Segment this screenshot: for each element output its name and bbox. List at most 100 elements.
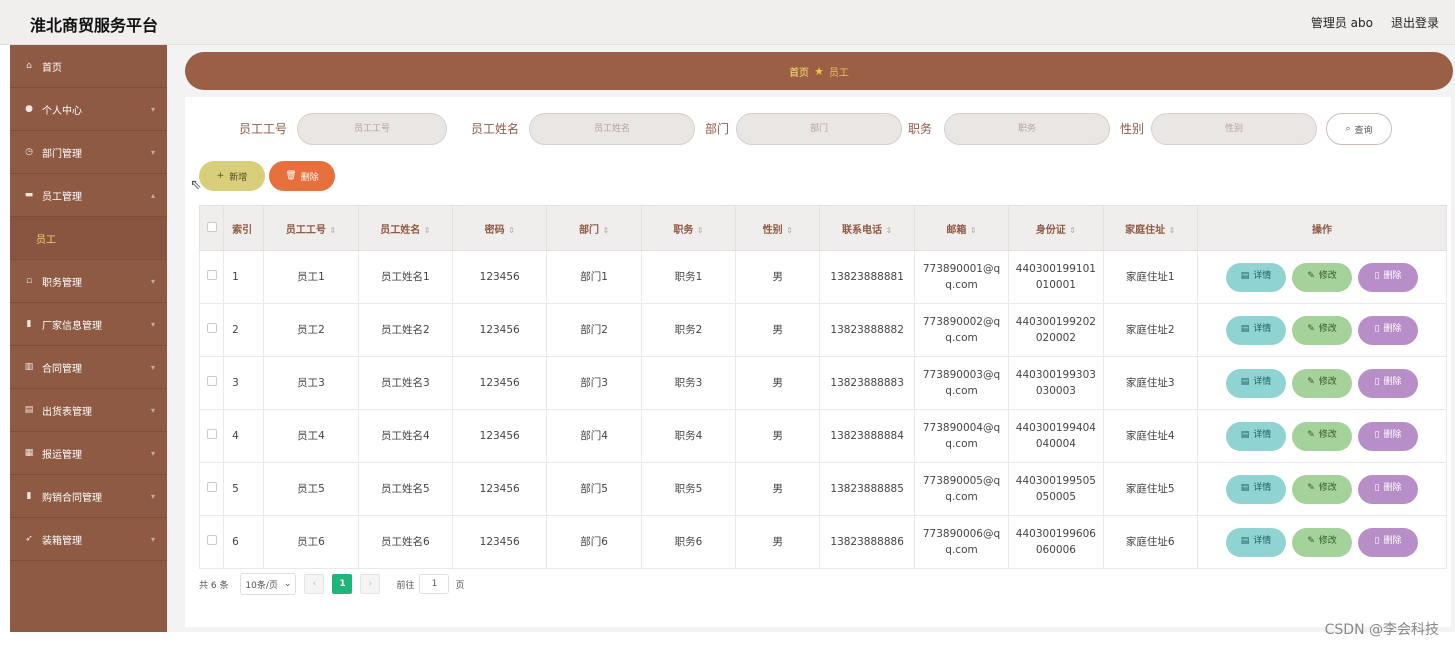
sidebar-item-manufacturer[interactable]: ▮ 厂家信息管理 ▾	[10, 303, 167, 346]
cell-position: 职务5	[674, 482, 703, 495]
page-size-select[interactable]: 10条/页 ⌄	[240, 573, 297, 595]
detail-button[interactable]: ▤ 详情	[1225, 368, 1286, 398]
select-all-cell[interactable]	[198, 205, 225, 251]
row-delete-button[interactable]: ▯ 删除	[1357, 474, 1418, 504]
cell-email-line1: 773890004@q	[922, 421, 1001, 434]
cell-department: 部门6	[580, 535, 608, 548]
row-checkbox[interactable]	[206, 481, 217, 492]
edit-button[interactable]: ✎ 修改	[1291, 527, 1352, 557]
col-header-gender[interactable]: 性别 ⇕	[735, 205, 821, 251]
employee-name-input[interactable]	[529, 113, 695, 145]
detail-button[interactable]: ▤ 详情	[1225, 315, 1286, 345]
col-header-id-card[interactable]: 身份证 ⇕	[1008, 205, 1104, 251]
edit-button[interactable]: ✎ 修改	[1291, 368, 1352, 398]
detail-button[interactable]: ▤ 详情	[1225, 474, 1286, 504]
trash-icon: ▯	[1374, 536, 1380, 547]
cell-password: 123456	[479, 323, 520, 336]
sort-icon[interactable]: ⇕	[424, 226, 431, 235]
col-header-email[interactable]: 邮箱 ⇕	[913, 205, 1010, 251]
position-input[interactable]	[944, 113, 1110, 145]
sidebar-item-home[interactable]: ⌂ 首页	[10, 45, 167, 88]
col-header-employee-name[interactable]: 员工姓名 ⇕	[357, 205, 454, 251]
edit-button[interactable]: ✎ 修改	[1291, 262, 1352, 292]
detail-button-label: 详情	[1253, 324, 1272, 335]
sort-icon[interactable]: ⇕	[970, 226, 977, 235]
select-all-checkbox[interactable]	[206, 221, 217, 232]
detail-button-label: 详情	[1253, 377, 1272, 388]
detail-button[interactable]: ▤ 详情	[1225, 421, 1286, 451]
row-delete-button[interactable]: ▯ 删除	[1357, 368, 1418, 398]
sidebar-item-label: 职务管理	[42, 277, 82, 289]
breadcrumb-home[interactable]: 首页	[789, 64, 809, 79]
chevron-down-icon: ⌄	[283, 579, 292, 589]
sort-icon[interactable]: ⇕	[1169, 226, 1176, 235]
edit-button[interactable]: ✎ 修改	[1291, 474, 1352, 504]
sort-icon[interactable]: ⇕	[786, 226, 793, 235]
sidebar-item-sales-contract[interactable]: ▮ 购销合同管理 ▾	[10, 475, 167, 518]
detail-button[interactable]: ▤ 详情	[1225, 527, 1286, 557]
col-header-position[interactable]: 职务 ⇕	[640, 205, 737, 251]
row-checkbox[interactable]	[206, 269, 217, 280]
trash-icon: ▯	[1374, 483, 1380, 494]
sidebar-item-contract[interactable]: ▥ 合同管理 ▾	[10, 346, 167, 389]
row-delete-button[interactable]: ▯ 删除	[1357, 527, 1418, 557]
trash-icon: ▮	[26, 319, 32, 329]
row-checkbox[interactable]	[206, 534, 217, 545]
cell-email-line1: 773890002@q	[922, 315, 1001, 328]
page-number-active[interactable]: 1	[332, 574, 353, 594]
batch-delete-button[interactable]: 🗑 删除	[269, 161, 335, 191]
cell-email-line2: q.com	[945, 544, 978, 556]
col-header-employee-no[interactable]: 员工工号 ⇕	[263, 205, 359, 251]
row-actions: ▤ 详情 ✎ 修改 ▯ 删除	[1198, 262, 1446, 292]
col-header-department[interactable]: 部门 ⇕	[546, 205, 642, 251]
send-icon: ➶	[25, 534, 33, 544]
next-page-button[interactable]: ›	[360, 574, 381, 594]
cell-gender: 男	[772, 376, 784, 389]
row-checkbox[interactable]	[206, 322, 217, 333]
row-checkbox[interactable]	[206, 375, 217, 386]
detail-button[interactable]: ▤ 详情	[1225, 262, 1286, 292]
cell-phone: 13823888882	[830, 323, 904, 336]
row-delete-button[interactable]: ▯ 删除	[1357, 315, 1418, 345]
employee-no-input[interactable]	[297, 113, 447, 145]
sort-icon[interactable]: ⇕	[697, 226, 704, 235]
col-header-phone[interactable]: 联系电话 ⇕	[819, 205, 915, 251]
edit-button[interactable]: ✎ 修改	[1291, 315, 1352, 345]
cell-position: 职务4	[674, 429, 703, 442]
sidebar-item-export-report[interactable]: ▦ 报运管理 ▾	[10, 432, 167, 475]
mouse-cursor-icon: ⇖	[190, 177, 202, 193]
sidebar-item-profile[interactable]: ● 个人中心 ▾	[10, 88, 167, 131]
prev-page-button[interactable]: ‹	[304, 574, 325, 594]
sidebar-item-employee-mgmt[interactable]: ▬ 员工管理 ▴	[10, 174, 167, 217]
edit-button[interactable]: ✎ 修改	[1291, 421, 1352, 451]
row-delete-button[interactable]: ▯ 删除	[1357, 421, 1418, 451]
row-checkbox[interactable]	[206, 428, 217, 439]
employee-table: 索引 员工工号 ⇕ 员工姓名 ⇕ 密码 ⇕ 部门 ⇕ 职务 ⇕ 性别 ⇕ 联系电…	[198, 205, 1448, 569]
goto-page-input[interactable]: 1	[419, 574, 450, 594]
col-header-password[interactable]: 密码 ⇕	[451, 205, 548, 251]
sort-icon[interactable]: ⇕	[602, 226, 609, 235]
sidebar-item-position[interactable]: ▫ 职务管理 ▾	[10, 260, 167, 303]
department-input[interactable]	[736, 113, 902, 145]
col-header-address[interactable]: 家庭住址 ⇕	[1102, 205, 1198, 251]
sort-icon[interactable]: ⇕	[329, 226, 336, 235]
chevron-down-icon: ▾	[150, 448, 155, 458]
cell-employee-name: 员工姓名1	[380, 270, 430, 283]
logout-link[interactable]: 退出登录	[1391, 14, 1439, 31]
search-button[interactable]: ⌕ 查询	[1326, 113, 1392, 145]
sidebar-item-packing[interactable]: ➶ 装箱管理 ▾	[10, 518, 167, 561]
chevron-right-icon: ›	[368, 579, 373, 589]
sidebar-item-label: 购销合同管理	[42, 492, 102, 504]
cell-id-card-line2: 020002	[1035, 332, 1076, 344]
sort-icon[interactable]: ⇕	[1069, 226, 1076, 235]
sidebar-item-shipment[interactable]: ▤ 出货表管理 ▾	[10, 389, 167, 432]
sort-icon[interactable]: ⇕	[886, 226, 893, 235]
cell-phone: 13823888886	[830, 535, 904, 548]
sidebar-item-department[interactable]: ◷ 部门管理 ▾	[10, 131, 167, 174]
add-button[interactable]: + 新增	[199, 161, 265, 191]
row-delete-button[interactable]: ▯ 删除	[1357, 262, 1418, 292]
sidebar-subitem-employee[interactable]: 员工	[10, 217, 167, 260]
sort-icon[interactable]: ⇕	[508, 226, 515, 235]
gender-input[interactable]	[1151, 113, 1317, 145]
clock-icon: ◷	[25, 147, 33, 157]
